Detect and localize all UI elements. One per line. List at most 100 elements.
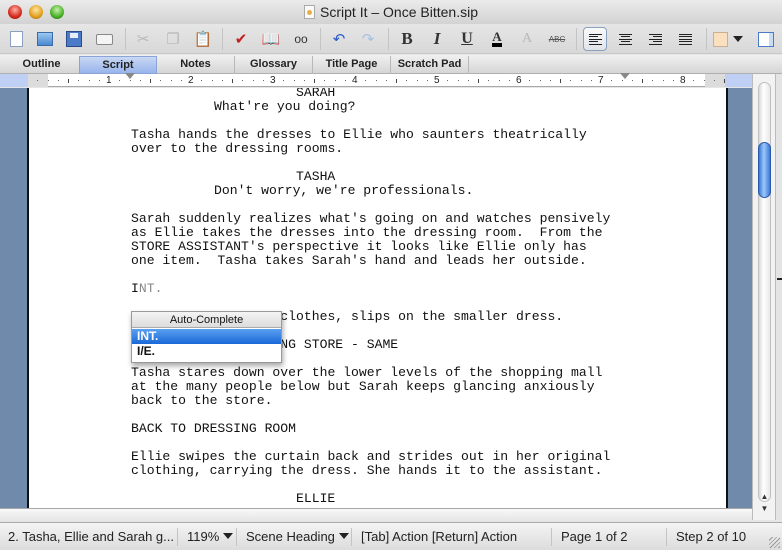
title-bar: Script It – Once Bitten.sip bbox=[0, 0, 782, 24]
ruler-dot bbox=[529, 80, 531, 81]
script-line-scene-heading-typing[interactable]: INT. bbox=[131, 282, 162, 296]
script-line-dialogue[interactable]: What're you doing? bbox=[214, 100, 355, 114]
align-center-button[interactable] bbox=[613, 27, 637, 51]
new-document-button[interactable] bbox=[4, 27, 28, 51]
tab-script[interactable]: Script bbox=[79, 56, 157, 74]
script-line-action[interactable]: at the many people below but Sarah keeps… bbox=[131, 380, 595, 394]
element-type-dropdown[interactable]: Scene Heading bbox=[246, 529, 349, 544]
chevron-down-icon bbox=[223, 533, 234, 539]
left-indent-marker[interactable] bbox=[125, 73, 135, 79]
ruler-tick bbox=[314, 79, 315, 83]
redo-arrow-icon: ↷ bbox=[361, 31, 375, 48]
text-color-button[interactable]: A bbox=[485, 27, 509, 51]
script-line-action[interactable]: over to the dressing rooms. bbox=[131, 142, 343, 156]
script-line-action[interactable]: as Ellie takes the dresses into the dres… bbox=[131, 226, 602, 240]
script-line-action[interactable]: clothing, carrying the dress. She hands … bbox=[131, 464, 602, 478]
ruler-dot bbox=[88, 80, 90, 81]
ruler-right-margin bbox=[705, 74, 725, 87]
ruler-tick bbox=[724, 79, 725, 83]
script-line-character[interactable]: TASHA bbox=[296, 170, 335, 184]
ruler-dot bbox=[703, 80, 705, 81]
undo-button[interactable]: ↶ bbox=[327, 27, 351, 51]
script-line-action[interactable]: Tasha stares down over the lower levels … bbox=[131, 366, 602, 380]
script-line-action[interactable]: STORE ASSISTANT's perspective it looks l… bbox=[131, 240, 587, 254]
script-line-action[interactable]: Sarah suddenly realizes what's going on … bbox=[131, 212, 610, 226]
autocomplete-ghost-text: NT. bbox=[138, 281, 163, 296]
ruler-dot bbox=[201, 80, 203, 81]
ruler-number: 3 bbox=[270, 75, 276, 86]
clear-format-button[interactable]: A bbox=[515, 27, 539, 51]
cut-button[interactable]: ✂ bbox=[131, 27, 155, 51]
find-button[interactable]: oo bbox=[289, 27, 313, 51]
ruler-dot bbox=[119, 80, 121, 81]
horizontal-scroll-area bbox=[0, 508, 752, 522]
new-document-icon bbox=[9, 31, 23, 47]
paste-button[interactable]: 📋 bbox=[191, 27, 215, 51]
resize-grip-icon[interactable] bbox=[769, 537, 780, 548]
align-right-button[interactable] bbox=[643, 27, 667, 51]
align-left-button[interactable] bbox=[583, 27, 607, 51]
ruler-dot bbox=[590, 80, 592, 81]
scrollbar-thumb[interactable] bbox=[758, 142, 771, 198]
ruler-dot bbox=[37, 80, 39, 81]
justify-button[interactable] bbox=[673, 27, 697, 51]
ruler-dot bbox=[631, 80, 633, 81]
vertical-scrollbar[interactable]: ▲ ▼ bbox=[752, 74, 782, 520]
tab-scratch-pad[interactable]: Scratch Pad bbox=[391, 56, 469, 74]
ruler-tick bbox=[396, 79, 397, 83]
strikethrough-button[interactable]: ABC bbox=[545, 27, 569, 51]
align-center-icon bbox=[618, 33, 632, 45]
tab-outline[interactable]: Outline bbox=[3, 56, 81, 74]
background-color-dropdown[interactable] bbox=[713, 27, 745, 51]
scroll-up-arrow-icon[interactable]: ▲ bbox=[758, 492, 771, 502]
script-line-action[interactable]: Ellie swipes the curtain back and stride… bbox=[131, 450, 610, 464]
italic-button[interactable]: I bbox=[425, 27, 449, 51]
script-line-action[interactable]: Tasha hands the dresses to Ellie who sau… bbox=[131, 128, 587, 142]
open-button[interactable] bbox=[33, 27, 57, 51]
autocomplete-popup: Auto-Complete INT. I/E. bbox=[131, 311, 282, 363]
autocomplete-option-int[interactable]: INT. bbox=[132, 329, 281, 344]
underline-button[interactable]: U bbox=[455, 27, 479, 51]
save-button[interactable] bbox=[62, 27, 86, 51]
script-page[interactable]: SARAH What're you doing? Tasha hands the d… bbox=[27, 88, 728, 508]
zoom-dropdown[interactable]: 119% bbox=[187, 529, 234, 544]
current-scene-label[interactable]: 2. Tasha, Ellie and Sarah g... bbox=[8, 529, 178, 544]
spell-check-button[interactable]: ✔ bbox=[229, 27, 253, 51]
script-line-action[interactable]: back to the store. bbox=[131, 394, 272, 408]
chevron-down-icon bbox=[733, 36, 743, 42]
autocomplete-option-ie[interactable]: I/E. bbox=[132, 344, 281, 359]
tab-notes[interactable]: Notes bbox=[157, 56, 235, 74]
print-button[interactable] bbox=[92, 27, 116, 51]
ruler-dot bbox=[580, 80, 582, 81]
dictionary-button[interactable]: 📖 bbox=[259, 27, 283, 51]
script-line-action[interactable]: one item. Tasha takes Sarah's hand and l… bbox=[131, 254, 587, 268]
tab-title-page[interactable]: Title Page bbox=[313, 56, 391, 74]
window-title: Script It – Once Bitten.sip bbox=[0, 4, 782, 20]
right-indent-marker[interactable] bbox=[620, 73, 630, 79]
ruler[interactable]: 1 2 3 4 5 6 7 8 bbox=[0, 73, 752, 87]
scroll-down-arrow-icon[interactable]: ▼ bbox=[758, 504, 771, 514]
ruler-dot bbox=[488, 80, 490, 81]
ruler-dot bbox=[611, 80, 613, 81]
strikethrough-icon: ABC bbox=[548, 34, 566, 44]
ruler-dot bbox=[262, 80, 264, 81]
toolbar: ✂ ❐ 📋 ✔ 📖 oo ↶ ↷ B I U A A ABC bbox=[0, 24, 782, 54]
ruler-dot bbox=[211, 80, 213, 81]
split-view-handle[interactable] bbox=[775, 74, 782, 520]
ruler-dot bbox=[652, 80, 654, 81]
script-line-character[interactable]: ELLIE bbox=[296, 492, 335, 506]
script-line-scene-heading[interactable]: BACK TO DRESSING ROOM bbox=[131, 422, 296, 436]
italic-icon: I bbox=[433, 29, 441, 48]
script-line-dialogue[interactable]: Don't worry, we're professionals. bbox=[214, 184, 473, 198]
bold-button[interactable]: B bbox=[395, 27, 419, 51]
redo-button[interactable]: ↷ bbox=[356, 27, 380, 51]
copy-button[interactable]: ❐ bbox=[161, 27, 185, 51]
window-title-text: Script It – Once Bitten.sip bbox=[320, 4, 478, 20]
panel-layout-icon bbox=[758, 31, 774, 47]
text-color-icon: A bbox=[492, 30, 502, 47]
toggle-panel-button[interactable] bbox=[754, 27, 778, 51]
status-divider bbox=[351, 528, 352, 546]
tab-glossary[interactable]: Glossary bbox=[235, 56, 313, 74]
document-proxy-icon[interactable] bbox=[304, 5, 316, 19]
ruler-number: 4 bbox=[352, 75, 358, 86]
